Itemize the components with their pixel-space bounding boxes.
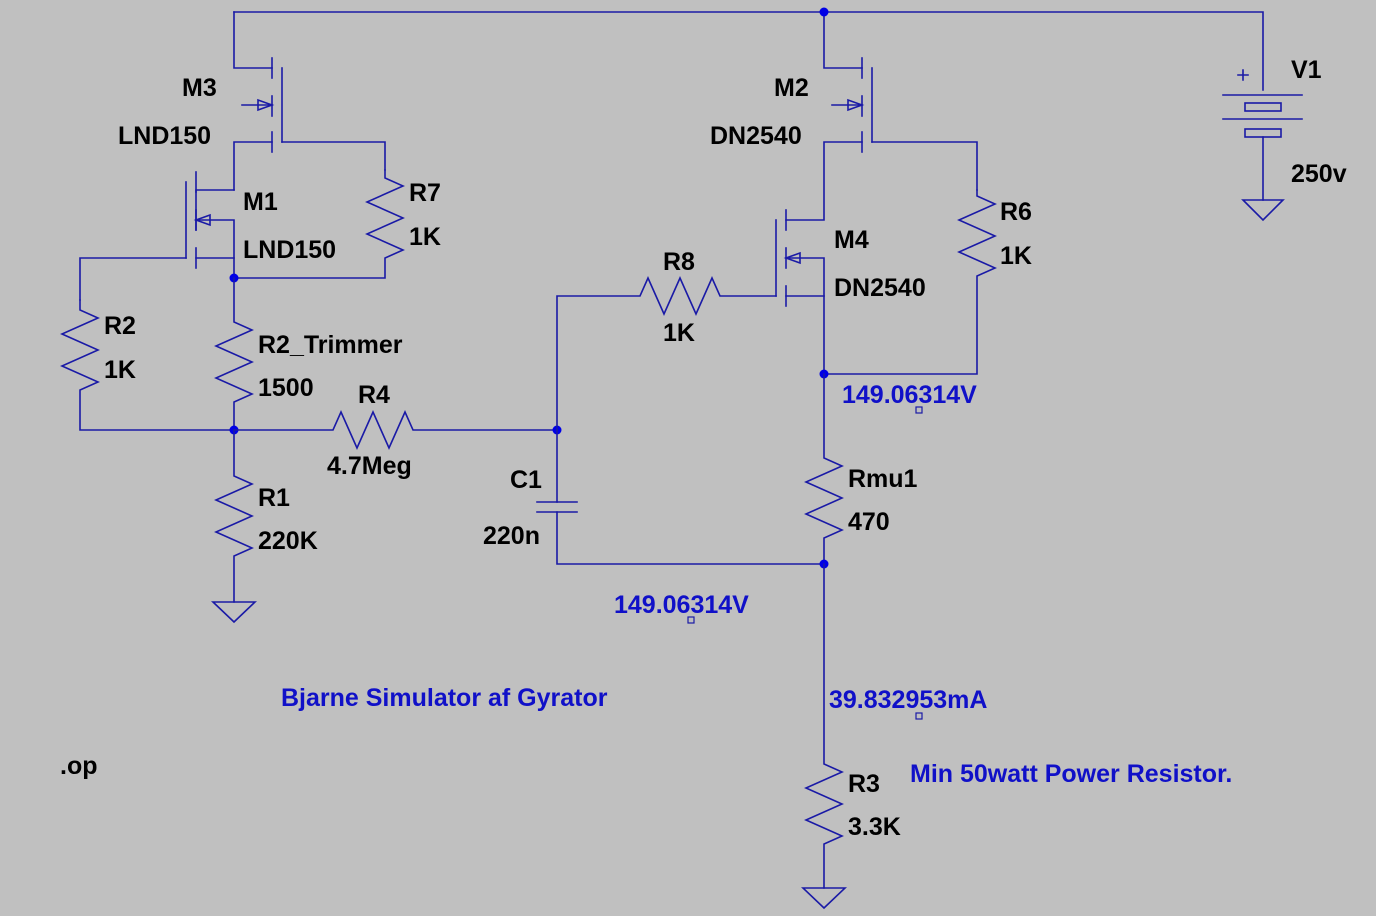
r6-ref-label: R6 [1000, 198, 1032, 226]
mosfet-symbol-m2[interactable] [785, 57, 978, 221]
mosfet-symbol-m4[interactable] [775, 209, 825, 375]
m2-ref-label: M2 [774, 74, 809, 102]
c1-value-label: 220n [483, 522, 540, 550]
m4-model-label: DN2540 [834, 274, 926, 302]
mosfet-symbol-m3[interactable] [233, 57, 386, 191]
schematic-canvas[interactable]: V1 250v M3 LND150 R7 1K M1 LND150 R2 1K [0, 0, 1376, 916]
resistor-symbol-r4[interactable] [233, 410, 558, 450]
voltage-probe-output-label: 149.06314V [614, 591, 749, 619]
r7-value-label: 1K [409, 223, 441, 251]
mosfet-symbol-m1[interactable] [79, 171, 235, 301]
r1-ref-label: R1 [258, 484, 290, 512]
supply-rail-wire [233, 11, 1264, 91]
r1-value-label: 220K [258, 527, 318, 555]
r8-ref-label: R8 [663, 248, 695, 276]
r2-value-label: 1K [104, 356, 136, 384]
v1-ref-label: V1 [1291, 56, 1322, 84]
r4-ref-label: R4 [358, 381, 390, 409]
resistor-symbol-rmu1[interactable] [804, 373, 844, 565]
ground-icon [1241, 199, 1285, 222]
voltage-probe-source-label: 149.06314V [842, 381, 977, 409]
schematic-title: Bjarne Simulator af Gyrator [281, 684, 608, 712]
v1-value-label: 250v [1291, 160, 1347, 188]
m1-ref-label: M1 [243, 188, 278, 216]
junction-dot [819, 7, 829, 17]
resistor-symbol-r1[interactable] [214, 429, 254, 603]
current-probe-label: 39.832953mA [829, 686, 987, 714]
m3-ref-label: M3 [182, 74, 217, 102]
r2-trimmer-value-label: 1500 [258, 374, 314, 402]
c1-ref-label: C1 [510, 466, 542, 494]
ground-icon [801, 887, 847, 910]
r2-trimmer-ref-label: R2_Trimmer [258, 331, 403, 359]
r8-value-label: 1K [663, 319, 695, 347]
resistor-symbol-r2[interactable] [60, 299, 235, 431]
plus-sign-icon [1237, 69, 1249, 81]
ground-icon [211, 601, 257, 624]
m4-ref-label: M4 [834, 226, 869, 254]
power-resistor-note: Min 50watt Power Resistor. [910, 760, 1232, 788]
rmu1-value-label: 470 [848, 508, 890, 536]
rmu1-ref-label: Rmu1 [848, 465, 918, 493]
r3-ref-label: R3 [848, 770, 880, 798]
r2-ref-label: R2 [104, 312, 136, 340]
resistor-symbol-r2-trimmer[interactable] [214, 277, 254, 431]
capacitor-symbol-c1[interactable] [536, 429, 825, 565]
r7-ref-label: R7 [409, 179, 441, 207]
spice-directive[interactable]: .op [60, 752, 98, 780]
r3-value-label: 3.3K [848, 813, 901, 841]
r4-value-label: 4.7Meg [327, 452, 412, 480]
m3-model-label: LND150 [118, 122, 211, 150]
m2-model-label: DN2540 [710, 122, 802, 150]
resistor-symbol-r8[interactable] [556, 276, 777, 431]
m1-model-label: LND150 [243, 236, 336, 264]
resistor-symbol-r3[interactable] [804, 563, 844, 889]
r6-value-label: 1K [1000, 242, 1032, 270]
